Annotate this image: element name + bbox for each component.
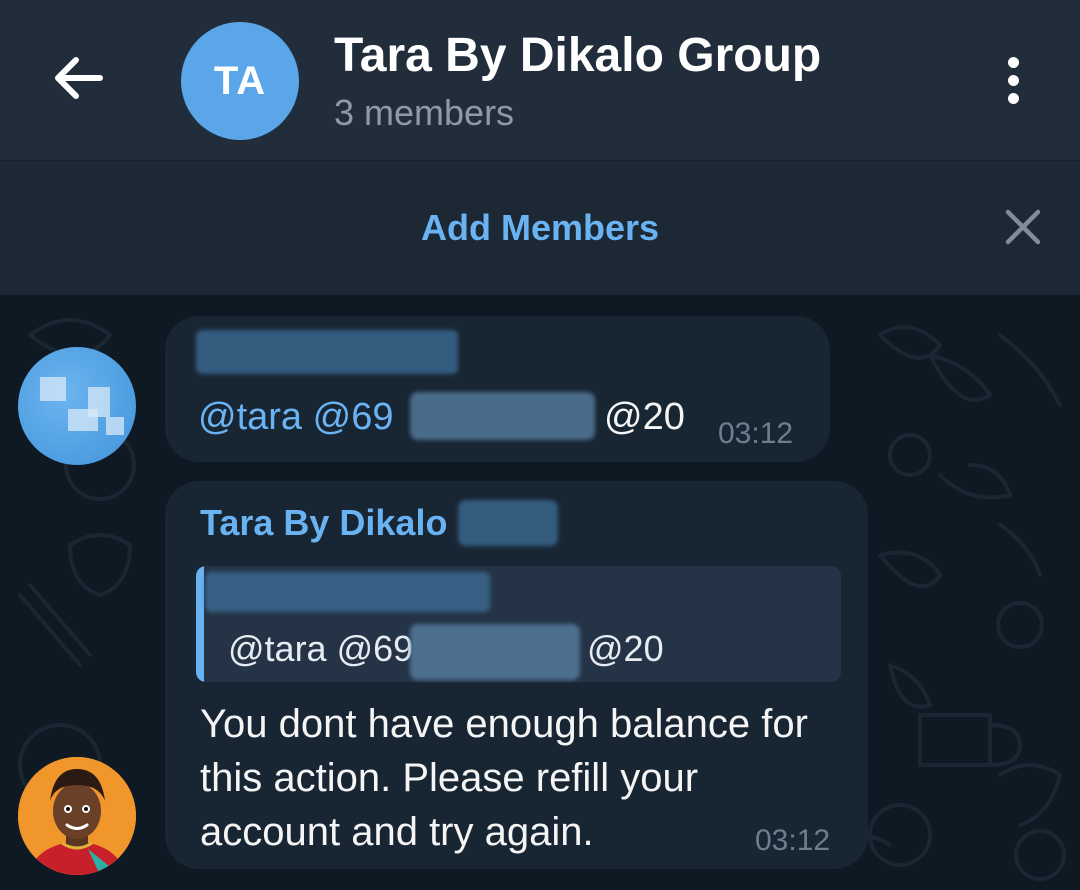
redacted-phone	[410, 392, 595, 440]
redacted-sender-name	[196, 330, 458, 374]
close-banner-button[interactable]	[998, 202, 1048, 252]
back-button[interactable]	[40, 40, 116, 116]
sender-name[interactable]: Tara By Dikalo	[200, 502, 447, 544]
more-menu-button[interactable]	[990, 50, 1036, 110]
reply-accent-bar	[196, 566, 204, 682]
more-vertical-icon-dot	[1007, 74, 1019, 86]
redacted-reply-phone	[410, 624, 580, 680]
redacted-reply-sender	[205, 572, 490, 612]
message-text: @tara @69	[198, 396, 393, 439]
reply-text-tail: @20	[587, 628, 664, 669]
close-icon	[1005, 209, 1041, 245]
more-vertical-icon	[1007, 56, 1019, 68]
add-members-banner: Add Members	[0, 160, 1080, 296]
redacted-sender-suffix	[458, 500, 558, 546]
member-count: 3 members	[334, 92, 515, 133]
group-avatar[interactable]: TA	[181, 22, 299, 140]
bot-avatar[interactable]	[18, 757, 136, 875]
chat-title[interactable]: Tara By Dikalo Group	[334, 28, 821, 83]
tara-portrait-icon	[18, 757, 136, 875]
chat-header: TA Tara By Dikalo Group 3 members	[0, 0, 1080, 160]
sender-avatar[interactable]	[18, 347, 136, 465]
arrow-left-icon	[55, 57, 103, 99]
add-members-button[interactable]: Add Members	[0, 207, 1080, 249]
reply-mentions: @tara @69	[228, 628, 414, 669]
more-vertical-icon-dot	[1007, 92, 1019, 104]
message-time: 03:12	[755, 824, 831, 857]
message-body: You dont have enough balance for this ac…	[200, 702, 808, 854]
mention-text[interactable]: @tara @69	[198, 396, 393, 438]
message-time: 03:12	[718, 417, 794, 450]
message-text-tail: @20	[604, 396, 685, 438]
reply-text: @tara @69	[228, 628, 413, 670]
